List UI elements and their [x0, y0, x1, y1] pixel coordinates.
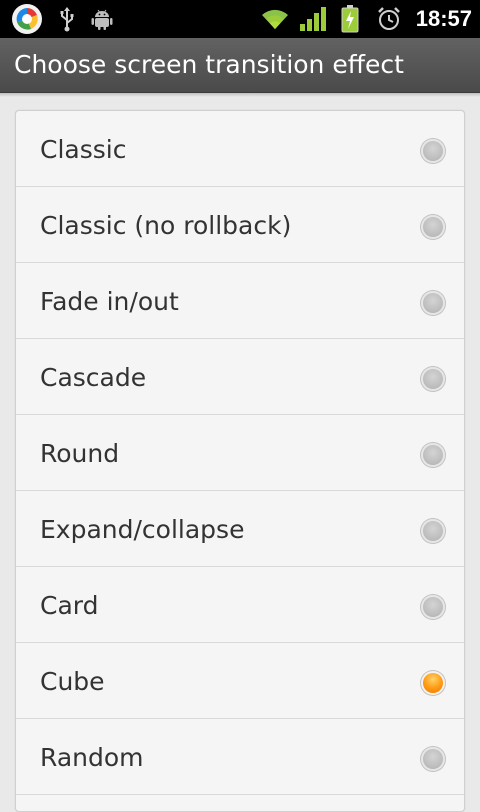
wifi-icon [258, 0, 292, 38]
option-label: Classic [40, 135, 127, 164]
list-item-round[interactable]: Round [16, 415, 464, 491]
radio-button[interactable] [421, 443, 445, 467]
radio-button-selected[interactable] [421, 671, 445, 695]
status-clock: 18:57 [415, 6, 472, 31]
signal-icon [298, 0, 328, 38]
radio-button[interactable] [421, 139, 445, 163]
option-label: Fade in/out [40, 287, 179, 316]
list-item-fade-in-out[interactable]: Fade in/out [16, 263, 464, 339]
option-label: Classic (no rollback) [40, 211, 292, 240]
title-divider [0, 93, 480, 97]
radio-button[interactable] [421, 215, 445, 239]
list-item-card[interactable]: Card [16, 567, 464, 643]
option-label: Cascade [40, 363, 147, 392]
list-item-classic[interactable]: Classic [16, 111, 464, 187]
list-item-classic-no-rollback[interactable]: Classic (no rollback) [16, 187, 464, 263]
radio-button[interactable] [421, 291, 445, 315]
list-item-expand-collapse[interactable]: Expand/collapse [16, 491, 464, 567]
list-item-cube[interactable]: Cube [16, 643, 464, 719]
android-debug-icon [88, 0, 116, 38]
transition-options-list: Classic Classic (no rollback) Fade in/ou… [15, 110, 465, 812]
app-launcher-icon [8, 0, 46, 38]
dialog-title: Choose screen transition effect [14, 50, 404, 79]
list-item-cascade[interactable]: Cascade [16, 339, 464, 415]
alarm-clock-icon [374, 0, 404, 38]
radio-button[interactable] [421, 747, 445, 771]
option-label: Random [40, 743, 144, 772]
dialog-title-bar: Choose screen transition effect [0, 38, 480, 93]
list-item-random[interactable]: Random [16, 719, 464, 795]
usb-icon [54, 0, 80, 38]
option-label: Round [40, 439, 120, 468]
radio-button[interactable] [421, 367, 445, 391]
option-label: Cube [40, 667, 105, 696]
option-label: Expand/collapse [40, 515, 245, 544]
battery-charging-icon [338, 0, 362, 38]
option-label: Card [40, 591, 99, 620]
radio-button[interactable] [421, 519, 445, 543]
radio-button[interactable] [421, 595, 445, 619]
status-bar: 18:57 [0, 0, 480, 38]
